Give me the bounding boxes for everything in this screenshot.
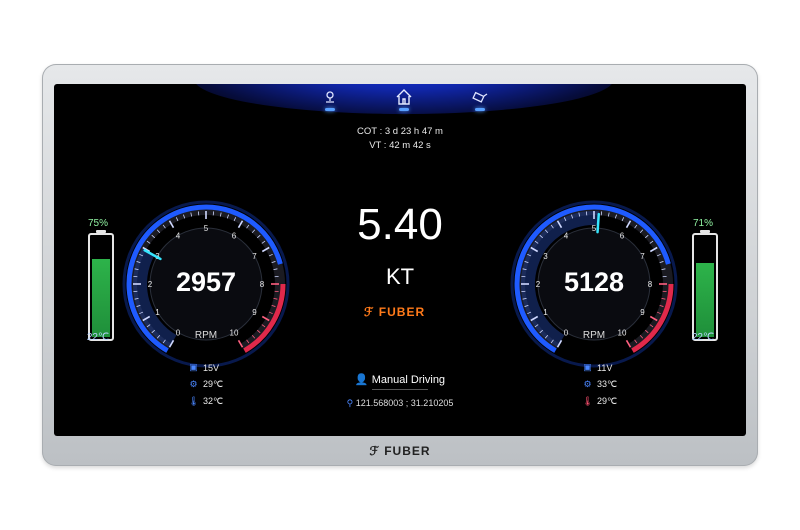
nav-indicator-active (399, 108, 409, 111)
speed-unit: KT (385, 264, 415, 289)
footer-brand-mark-icon: ℱ (369, 444, 380, 458)
vt-timer: VT : 42 m 42 s (369, 140, 431, 151)
gps-coordinates-value: 121.568003 ; 31.210205 (355, 398, 454, 408)
left-rpm-unit: RPM (194, 330, 218, 341)
battery-icon: ▣ (189, 362, 198, 372)
right-voltage: ▣ 11V (582, 362, 612, 373)
left-voltage-value: 15V (203, 362, 220, 373)
left-battery-temp: 22℃ (86, 332, 110, 343)
brand-mark-icon: ℱ (364, 305, 375, 319)
gps-coordinates: ⚲ 121.568003 ; 31.210205 (54, 398, 746, 409)
dashboard-screen: COT : 3 d 23 h 47 m VT : 42 m 42 s 75% 2… (54, 84, 746, 436)
location-pin-icon: ⚲ (346, 398, 354, 408)
gauge-tick-label: 9 (640, 308, 645, 317)
left-voltage: ▣ 15V (188, 362, 219, 373)
right-rpm-unit: RPM (582, 330, 606, 341)
gauge-tick-label: 7 (640, 252, 645, 261)
nav-indicator (475, 108, 485, 111)
brand-name: FUBER (378, 305, 426, 319)
mode-underline (372, 389, 428, 390)
camera-icon[interactable] (472, 90, 488, 106)
location-icon[interactable] (322, 90, 338, 106)
right-voltage-value: 11V (597, 362, 613, 373)
footer-brand-name: FUBER (384, 444, 431, 458)
gauge-tick-label: 7 (252, 252, 257, 261)
gauge-tick-label: 3 (543, 252, 548, 261)
cot-timer: COT : 3 d 23 h 47 m (357, 126, 443, 137)
gauge-tick-label: 1 (543, 308, 548, 317)
home-icon[interactable] (395, 88, 412, 105)
speed-value: 5.40 (357, 200, 443, 249)
right-battery-temp: 22℃ (691, 332, 715, 343)
driving-mode[interactable]: 👤 Manual Driving (54, 373, 746, 386)
footer-logo: ℱ FUBER (0, 444, 800, 458)
brand-logo: ℱ FUBER (364, 305, 425, 319)
battery-icon: ▣ (583, 362, 592, 372)
gauge-tick-label: 1 (155, 308, 160, 317)
driving-mode-label: Manual Driving (371, 374, 446, 386)
nav-indicator (325, 108, 335, 111)
driver-icon: 👤 (354, 374, 369, 386)
gauge-tick-label: 9 (252, 308, 257, 317)
